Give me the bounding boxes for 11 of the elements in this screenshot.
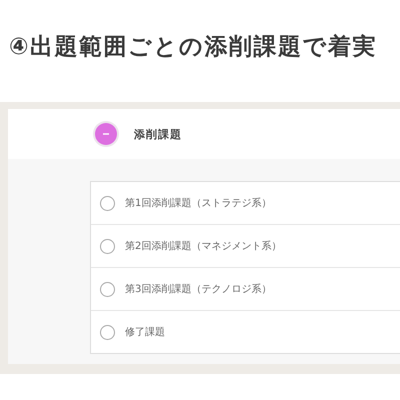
task-label[interactable]: 第3回添削課題（テクノロジ系）: [125, 282, 272, 296]
task-label[interactable]: 第1回添削課題（ストラテジ系）: [125, 196, 272, 210]
radio-button[interactable]: [100, 324, 115, 340]
task-label[interactable]: 第2回添削課題（マネジメント系）: [125, 239, 282, 253]
task-label[interactable]: 修了課題: [125, 325, 165, 339]
radio-button[interactable]: [100, 196, 115, 210]
radio-button[interactable]: [100, 282, 115, 296]
page-heading: ④出題範囲ごとの添削課題で着実: [8, 32, 378, 62]
section-title: 添削課題: [134, 126, 182, 142]
section-badge-icon: [92, 120, 120, 148]
radio-button[interactable]: [100, 238, 115, 254]
